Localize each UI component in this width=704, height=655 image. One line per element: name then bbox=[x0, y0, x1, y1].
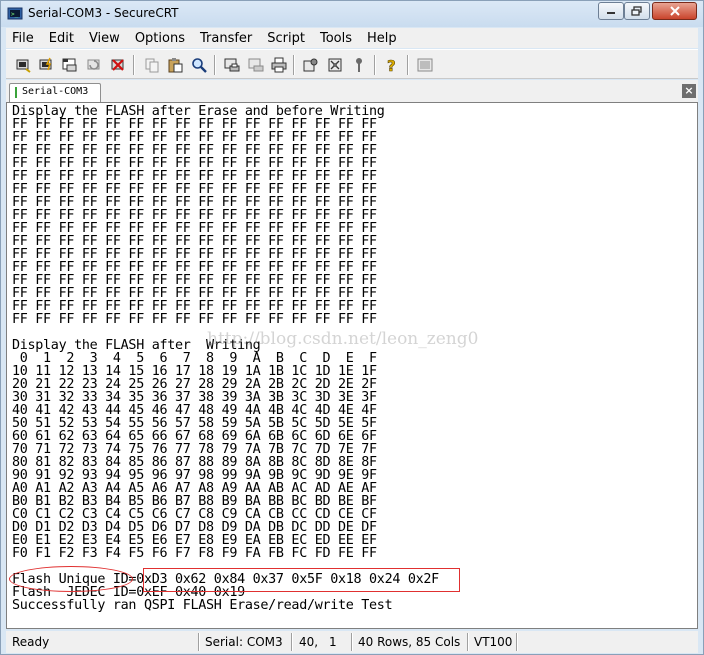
status-ready: Ready bbox=[12, 635, 50, 649]
paste-button[interactable] bbox=[166, 56, 184, 74]
minimize-icon bbox=[607, 12, 615, 14]
title-bar[interactable]: >_ Serial-COM3 - SecureCRT bbox=[1, 1, 703, 27]
menu-transfer[interactable]: Transfer bbox=[200, 31, 252, 46]
terminal-output[interactable]: Display the FLASH after Erase and before… bbox=[6, 102, 698, 629]
print-selection-icon bbox=[248, 58, 264, 72]
print-screen-button[interactable] bbox=[223, 56, 241, 74]
toolbar: ? bbox=[6, 49, 698, 79]
terminal-text: Display the FLASH after Erase and before… bbox=[12, 105, 439, 612]
help-icon: ? bbox=[387, 57, 396, 73]
connect-tab-icon bbox=[62, 58, 77, 72]
toolbar-separator bbox=[133, 55, 135, 75]
menu-edit[interactable]: Edit bbox=[49, 31, 74, 46]
status-col: 1 bbox=[329, 635, 337, 649]
app-window: >_ Serial-COM3 - SecureCRT File Edit Vie… bbox=[0, 0, 704, 655]
toolbar-separator bbox=[293, 55, 295, 75]
status-bar: Ready Serial: COM3 40, 1 40 Rows, 85 Col… bbox=[6, 631, 698, 653]
print-button[interactable] bbox=[270, 56, 288, 74]
global-options-icon bbox=[328, 58, 342, 72]
keymap-button[interactable] bbox=[350, 56, 368, 74]
global-options-button[interactable] bbox=[326, 56, 344, 74]
quick-connect-icon bbox=[39, 57, 52, 71]
menu-view[interactable]: View bbox=[89, 31, 120, 46]
connect-in-tab-button[interactable] bbox=[61, 56, 79, 74]
status-divider bbox=[198, 633, 200, 651]
keymap-icon bbox=[356, 58, 362, 72]
menu-file[interactable]: File bbox=[12, 31, 34, 46]
session-tab-bar: Serial-COM3 × bbox=[6, 80, 698, 102]
menu-script[interactable]: Script bbox=[267, 31, 305, 46]
menu-options[interactable]: Options bbox=[135, 31, 185, 46]
help-button[interactable]: ? bbox=[383, 56, 401, 74]
toolbar-separator bbox=[374, 55, 376, 75]
status-divider bbox=[351, 633, 353, 651]
menu-bar: File Edit View Options Transfer Script T… bbox=[6, 28, 698, 48]
close-window-button[interactable] bbox=[652, 2, 697, 20]
watermark-text: http://blog.csdn.net/leon_zeng0 bbox=[207, 329, 479, 349]
toolbar-separator bbox=[214, 55, 216, 75]
session-tab[interactable]: Serial-COM3 bbox=[9, 83, 101, 102]
status-size: 40 Rows, 85 Cols bbox=[358, 635, 461, 649]
disconnect-icon bbox=[111, 59, 124, 71]
status-row: 40, bbox=[299, 635, 319, 649]
find-icon bbox=[192, 58, 207, 73]
terminal-line: Successfully ran QSPI FLASH Erase/read/w… bbox=[12, 598, 393, 613]
svg-text:?: ? bbox=[387, 57, 396, 73]
print-screen-icon bbox=[224, 58, 240, 72]
tab-label: Serial-COM3 bbox=[22, 86, 89, 97]
annotation-ellipse bbox=[9, 566, 133, 592]
terminal-line: F0 F1 F2 F3 F4 F5 F6 F7 F8 F9 FA FB FC F… bbox=[12, 546, 377, 561]
quick-connect-button[interactable] bbox=[37, 56, 55, 74]
connected-status-icon bbox=[15, 87, 17, 98]
annotation-rectangle bbox=[143, 568, 460, 592]
menu-help[interactable]: Help bbox=[367, 31, 397, 46]
copy-icon bbox=[145, 58, 159, 73]
reconnect-button[interactable] bbox=[85, 56, 103, 74]
find-button[interactable] bbox=[190, 56, 208, 74]
session-options-button[interactable] bbox=[302, 56, 320, 74]
menu-tools[interactable]: Tools bbox=[320, 31, 352, 46]
toolbar-separator bbox=[407, 55, 409, 75]
session-options-icon bbox=[303, 58, 318, 72]
terminal-line: FF FF FF FF FF FF FF FF FF FF FF FF FF F… bbox=[12, 312, 377, 327]
maximize-button[interactable] bbox=[624, 2, 650, 20]
svg-text:>_: >_ bbox=[11, 11, 19, 18]
restore-icon bbox=[631, 6, 642, 16]
copy-button[interactable] bbox=[143, 56, 161, 74]
securecrt-app-icon: >_ bbox=[7, 7, 23, 20]
disconnect-button[interactable] bbox=[109, 56, 127, 74]
minimize-button[interactable] bbox=[598, 2, 624, 20]
status-divider bbox=[467, 633, 469, 651]
close-tab-button[interactable]: × bbox=[682, 84, 696, 98]
connect-icon bbox=[16, 59, 31, 73]
sftp-button[interactable] bbox=[416, 56, 434, 74]
paste-icon bbox=[168, 58, 183, 73]
reconnect-icon bbox=[87, 59, 100, 70]
window-title: Serial-COM3 - SecureCRT bbox=[28, 6, 179, 20]
status-connection: Serial: COM3 bbox=[205, 635, 283, 649]
status-emulation: VT100 bbox=[474, 635, 513, 649]
close-icon: × bbox=[684, 84, 694, 97]
sftp-icon bbox=[417, 58, 433, 72]
print-icon bbox=[271, 57, 287, 73]
status-divider bbox=[516, 633, 518, 651]
connect-button[interactable] bbox=[14, 56, 32, 74]
status-divider bbox=[291, 633, 293, 651]
close-icon bbox=[669, 6, 680, 16]
print-selection-button[interactable] bbox=[247, 56, 265, 74]
